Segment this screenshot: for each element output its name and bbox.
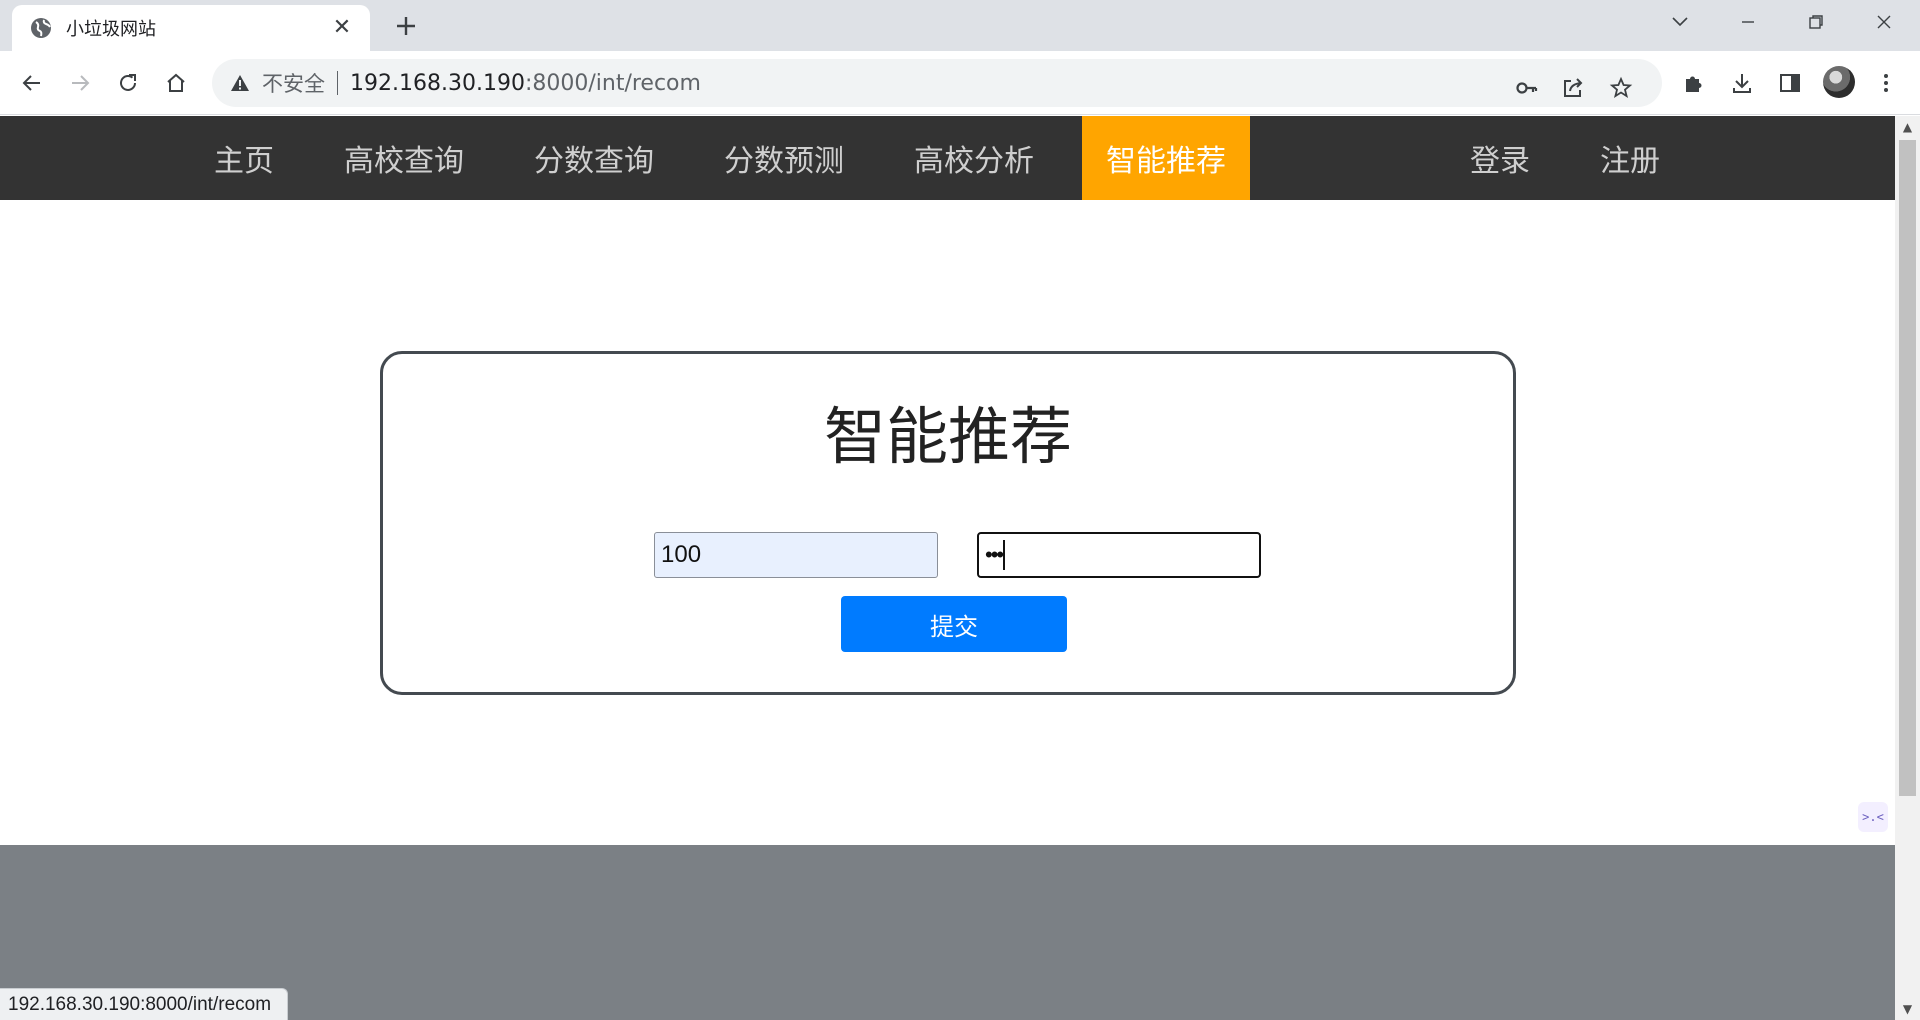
nav-university-analysis[interactable]: 高校分析	[904, 116, 1044, 200]
tab-search-icon[interactable]	[1646, 0, 1714, 44]
reload-icon[interactable]	[110, 65, 146, 101]
submit-button[interactable]: 提交	[841, 596, 1067, 652]
restore-button[interactable]	[1782, 0, 1850, 44]
address-bar[interactable]: 不安全 192.168.30.190:8000/int/recom	[212, 59, 1662, 107]
home-icon[interactable]	[158, 65, 194, 101]
nav-register[interactable]: 注册	[1586, 116, 1674, 200]
key-icon[interactable]	[1512, 73, 1542, 103]
new-tab-button[interactable]	[390, 10, 422, 42]
url-text[interactable]: 192.168.30.190:8000/int/recom	[350, 71, 701, 96]
forward-arrow-icon[interactable]	[62, 65, 98, 101]
nav-score-search[interactable]: 分数查询	[524, 116, 664, 200]
site-navbar: 主页 高校查询 分数查询 分数预测 高校分析 智能推荐 登录 注册	[0, 116, 1895, 200]
score-input[interactable]: 100	[654, 532, 938, 578]
side-panel-icon[interactable]	[1772, 65, 1808, 101]
text-caret	[1003, 540, 1006, 570]
rank-password-input[interactable]: •••	[977, 532, 1261, 578]
profile-avatar[interactable]	[1823, 66, 1855, 98]
share-icon[interactable]	[1558, 73, 1588, 103]
browser-tabstrip: 小垃圾网站 ✕	[0, 0, 1920, 51]
globe-icon	[30, 17, 52, 39]
warning-triangle-icon[interactable]	[228, 71, 252, 95]
nav-login[interactable]: 登录	[1456, 116, 1544, 200]
security-label[interactable]: 不安全	[262, 68, 325, 98]
tab-title: 小垃圾网站	[66, 19, 156, 40]
page-scrollbar[interactable]: ▲ ▼	[1895, 116, 1920, 1020]
minimize-button[interactable]	[1714, 0, 1782, 44]
nav-home[interactable]: 主页	[200, 116, 288, 200]
divider	[337, 71, 338, 95]
more-menu-icon[interactable]	[1868, 65, 1904, 101]
recommend-form-card: 智能推荐 100 ••• 提交	[380, 351, 1516, 695]
extensions-puzzle-icon[interactable]	[1676, 65, 1712, 101]
scroll-down-arrow-icon[interactable]: ▼	[1895, 998, 1920, 1020]
page-content: 主页 高校查询 分数查询 分数预测 高校分析 智能推荐 登录 注册 智能推荐 1…	[0, 116, 1895, 1020]
nav-smart-recommend[interactable]: 智能推荐	[1082, 116, 1250, 200]
scrollbar-thumb[interactable]	[1899, 140, 1916, 796]
star-bookmark-icon[interactable]	[1606, 73, 1636, 103]
nav-score-prediction[interactable]: 分数预测	[714, 116, 854, 200]
nav-university-search[interactable]: 高校查询	[334, 116, 474, 200]
close-window-button[interactable]	[1850, 0, 1918, 44]
form-title: 智能推荐	[823, 400, 1072, 473]
browser-toolbar: 不安全 192.168.30.190:8000/int/recom	[0, 51, 1920, 115]
download-icon[interactable]	[1724, 65, 1760, 101]
scroll-up-arrow-icon[interactable]: ▲	[1895, 116, 1920, 138]
back-arrow-icon[interactable]	[14, 65, 50, 101]
close-tab-icon[interactable]: ✕	[328, 14, 356, 42]
link-status-bubble: 192.168.30.190:8000/int/recom	[0, 988, 288, 1020]
floating-assistant-icon[interactable]: >.<	[1858, 802, 1888, 832]
browser-tab[interactable]: 小垃圾网站 ✕	[12, 5, 370, 51]
